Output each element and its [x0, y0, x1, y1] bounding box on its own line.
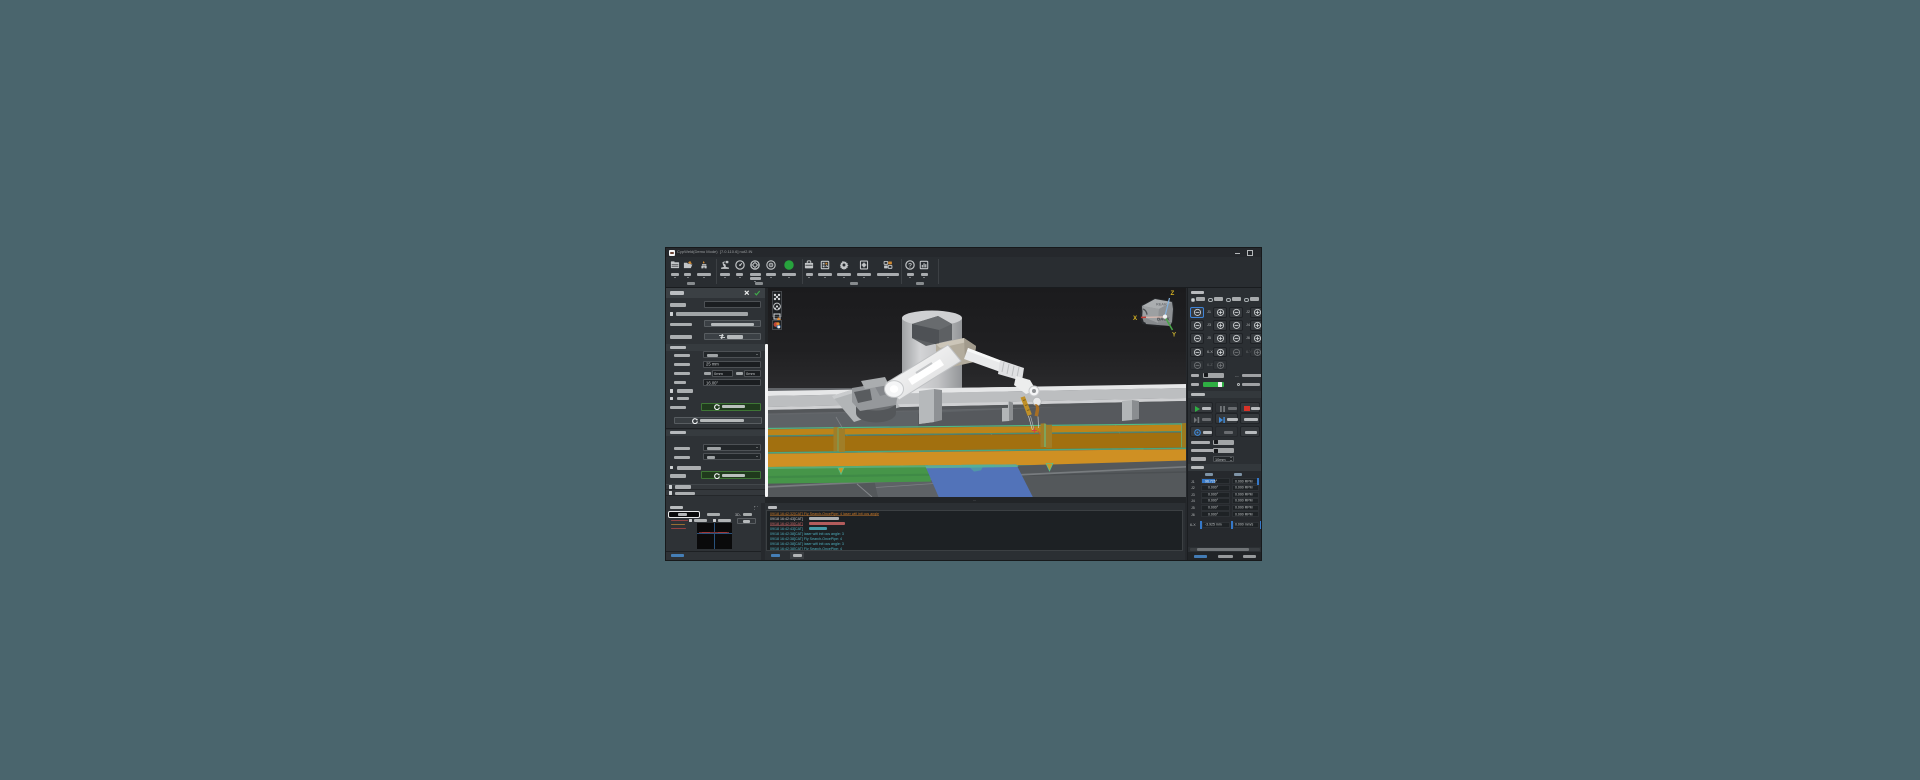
svg-text:REAR: REAR: [1156, 302, 1167, 306]
svg-text:Y: Y: [1172, 332, 1177, 339]
svg-text:Z: Z: [1171, 290, 1175, 297]
svg-text:X: X: [1133, 315, 1138, 322]
svg-text:?: ?: [908, 263, 912, 270]
